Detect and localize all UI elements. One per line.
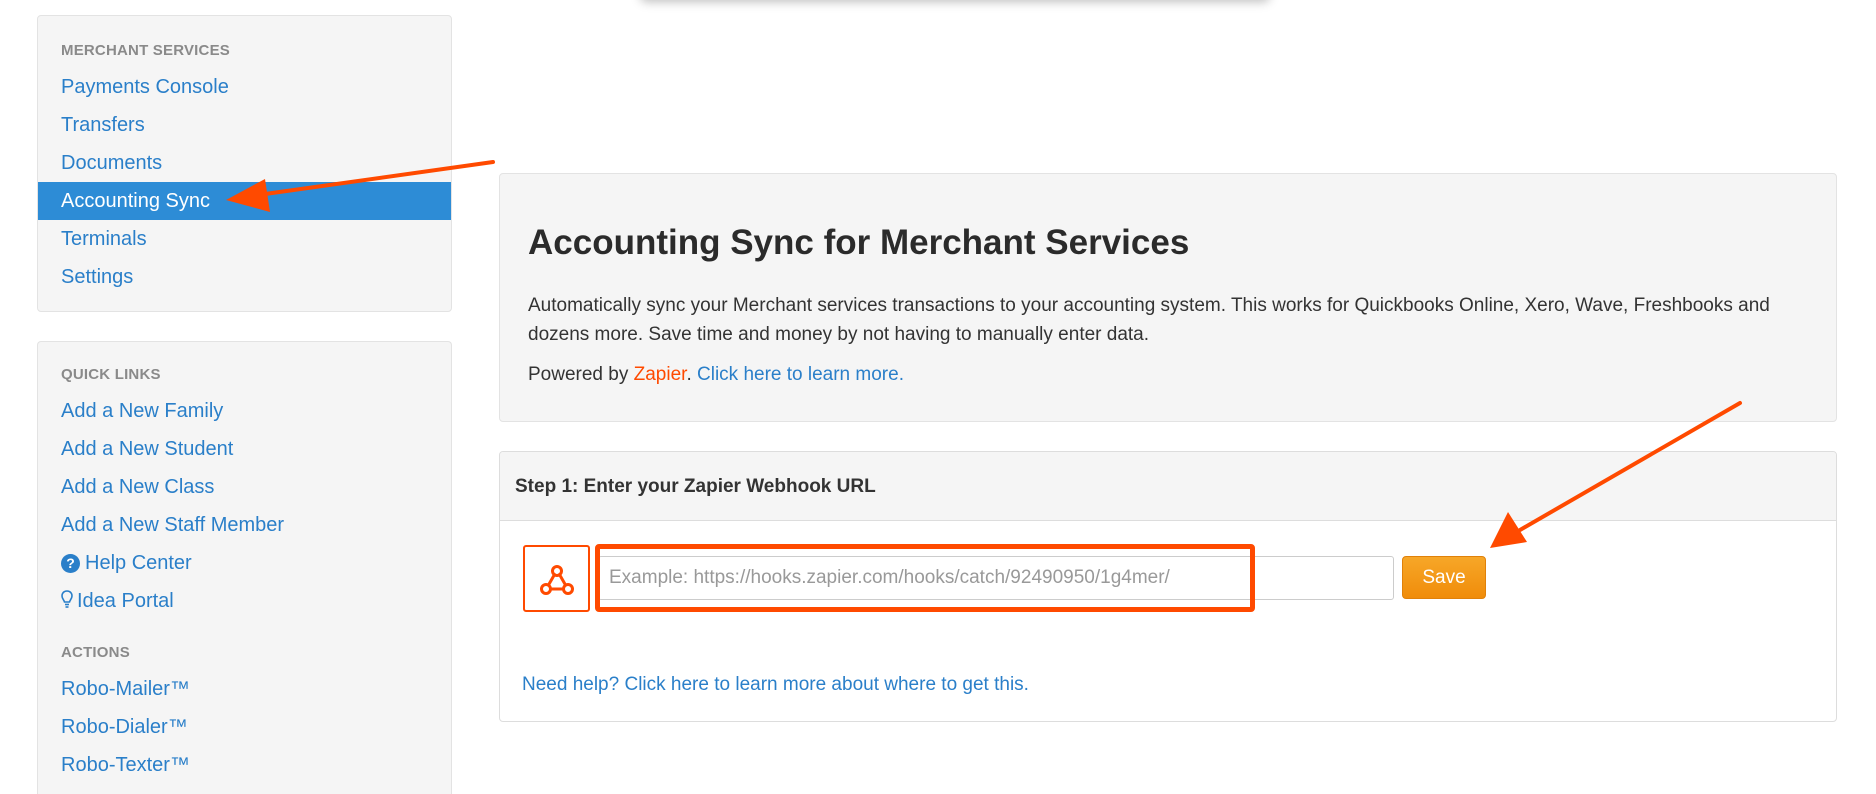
powered-by-prefix: Powered by <box>528 364 634 385</box>
sidebar-item-payments-console[interactable]: Payments Console <box>38 68 451 106</box>
quick-link-idea-portal[interactable]: Idea Portal <box>38 582 451 620</box>
merchant-services-panel: MERCHANT SERVICES Payments Console Trans… <box>37 15 452 312</box>
lightbulb-icon <box>61 590 73 608</box>
action-robo-mailer[interactable]: Robo-Mailer™ <box>38 670 451 708</box>
quick-link-add-class[interactable]: Add a New Class <box>38 468 451 506</box>
learn-more-link[interactable]: Click here to learn more. <box>697 364 904 385</box>
zapier-webhook-icon <box>523 545 590 612</box>
sidebar-item-settings[interactable]: Settings <box>38 258 451 296</box>
page-title: Accounting Sync for Merchant Services <box>528 223 1190 262</box>
quick-link-add-staff[interactable]: Add a New Staff Member <box>38 506 451 544</box>
quick-link-add-student[interactable]: Add a New Student <box>38 430 451 468</box>
quick-link-add-family[interactable]: Add a New Family <box>38 392 451 430</box>
action-robo-texter[interactable]: Robo-Texter™ <box>38 746 451 784</box>
webhook-help-link[interactable]: Need help? Click here to learn more abou… <box>522 674 1029 696</box>
action-robo-dialer[interactable]: Robo-Dialer™ <box>38 708 451 746</box>
quick-links-panel: QUICK LINKS Add a New Family Add a New S… <box>37 341 452 794</box>
sidebar-item-accounting-sync[interactable]: Accounting Sync <box>38 182 451 220</box>
sidebar-item-terminals[interactable]: Terminals <box>38 220 451 258</box>
accounting-sync-hero: Accounting Sync for Merchant Services Au… <box>499 173 1837 422</box>
powered-by-period: . <box>686 364 697 385</box>
zapier-link[interactable]: Zapier <box>634 364 687 385</box>
question-circle-icon: ? <box>61 554 80 573</box>
actions-heading: ACTIONS <box>61 644 130 661</box>
sidebar-item-transfers[interactable]: Transfers <box>38 106 451 144</box>
quick-link-help-center[interactable]: ? Help Center <box>38 544 451 582</box>
webhook-url-input[interactable] <box>598 556 1394 600</box>
step1-title: Step 1: Enter your Zapier Webhook URL <box>500 452 1836 521</box>
sidebar-item-documents[interactable]: Documents <box>38 144 451 182</box>
help-center-label: Help Center <box>85 552 192 574</box>
merchant-services-heading: MERCHANT SERVICES <box>61 42 230 59</box>
step1-panel: Step 1: Enter your Zapier Webhook URL Sa… <box>499 451 1837 722</box>
idea-portal-label: Idea Portal <box>77 590 174 612</box>
save-button[interactable]: Save <box>1402 556 1486 599</box>
powered-by-line: Powered by Zapier. Click here to learn m… <box>528 364 1808 386</box>
quick-links-heading: QUICK LINKS <box>61 366 161 383</box>
hero-description: Automatically sync your Merchant service… <box>528 295 1770 345</box>
